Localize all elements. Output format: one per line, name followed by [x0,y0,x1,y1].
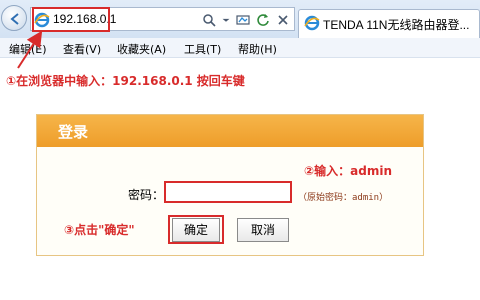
ie-logo-icon [304,15,320,31]
menu-tools[interactable]: 工具(T) [184,41,221,57]
password-hint: （原始密码：admin） [298,193,389,203]
back-button[interactable] [1,5,27,31]
password-label: 密码： [128,188,165,202]
menu-favorites[interactable]: 收藏夹(A) [117,41,166,57]
address-highlight-box [32,7,110,32]
step1-annotation: ①在浏览器中输入：192.168.0.1 按回车键 [6,74,245,88]
password-input[interactable] [164,181,292,203]
login-title: 登录 [58,123,89,141]
step2-annotation: ②输入：admin [304,164,393,178]
login-panel-header: 登录 [37,115,423,147]
search-icon[interactable] [202,13,216,27]
tab-title: TENDA 11N无线路由器登... [323,18,470,32]
menu-view[interactable]: 查看(V) [63,41,101,57]
close-icon[interactable] [276,13,290,27]
dropdown-icon[interactable] [222,13,230,27]
menu-help[interactable]: 帮助(H) [238,41,277,57]
menu-bar: 编辑(E) 查看(V) 收藏夹(A) 工具(T) 帮助(H) [0,38,480,58]
browser-tab[interactable]: TENDA 11N无线路由器登... [298,9,480,38]
back-arrow-icon [10,13,19,25]
compatibility-icon[interactable] [236,13,250,27]
step3-annotation: ③点击"确定" [64,223,135,237]
menu-edit[interactable]: 编辑(E) [9,41,47,57]
refresh-icon[interactable] [256,13,270,27]
address-tools [202,12,290,28]
ok-button[interactable]: 确定 [172,218,220,242]
cancel-button[interactable]: 取消 [237,218,289,242]
